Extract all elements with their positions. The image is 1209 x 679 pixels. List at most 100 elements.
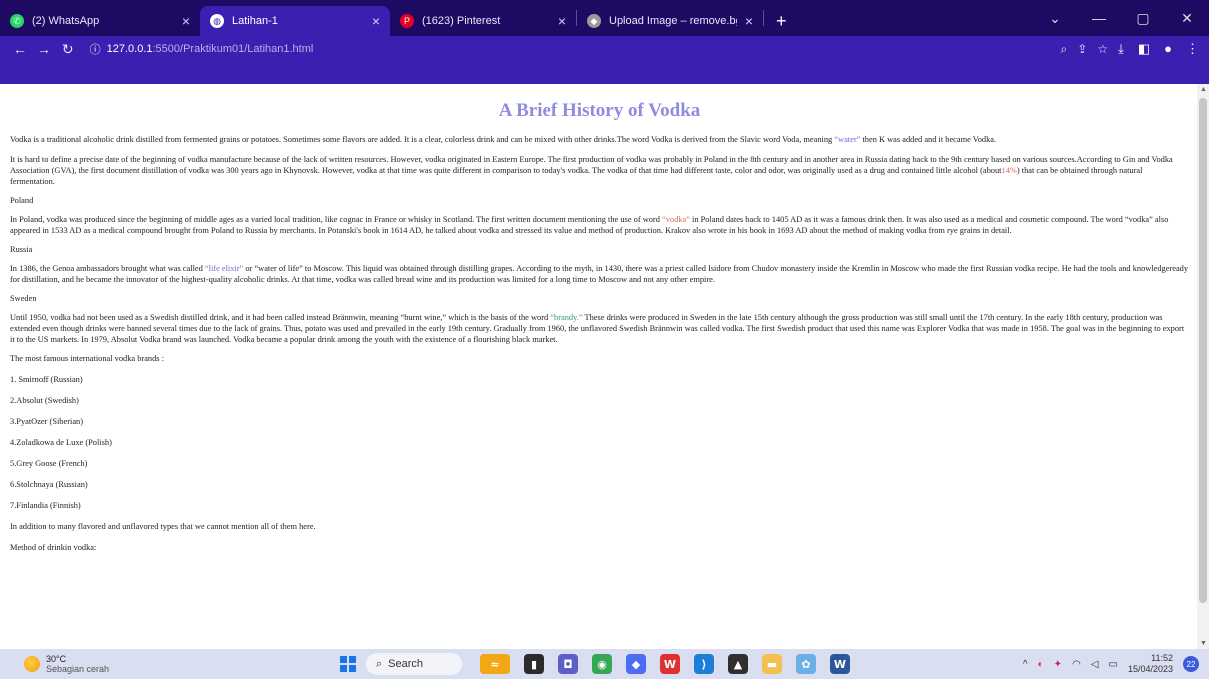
text: then K was added and it became Vodka. bbox=[860, 135, 997, 144]
sidebar-icon[interactable]: ◧ bbox=[1138, 41, 1150, 57]
close-icon[interactable]: × bbox=[182, 13, 190, 29]
notification-badge[interactable]: 22 bbox=[1183, 656, 1199, 672]
brand-item: 3.PyatOzer (Siberian) bbox=[10, 417, 84, 426]
tab-search-icon[interactable]: ⌄ bbox=[1033, 10, 1077, 27]
brand-item: 1. Smirnoff (Russian) bbox=[10, 375, 83, 384]
highlight-water: “water” bbox=[834, 135, 861, 144]
chevron-up-icon[interactable]: ^ bbox=[1023, 659, 1028, 670]
omnibox-icons: ⌕ ⇪ ☆ bbox=[1061, 42, 1119, 57]
share-icon[interactable]: ⇪ bbox=[1077, 42, 1087, 57]
wifi-icon[interactable]: ◠ bbox=[1072, 659, 1081, 670]
intro-paragraph-1: Vodka is a traditional alcoholic drink d… bbox=[10, 134, 1189, 145]
scrollbar-thumb[interactable] bbox=[1199, 98, 1207, 603]
battery-icon[interactable]: ▭ bbox=[1109, 659, 1118, 670]
system-tray: ^ ◐ ✦ ◠ ◁ ▭ 11:52 15/04/2023 22 bbox=[1023, 653, 1209, 675]
bookmark-star-icon[interactable]: ☆ bbox=[1097, 42, 1108, 57]
brand-item: 2.Absolut (Swedish) bbox=[10, 396, 79, 405]
brand-item: 4.Zoladkowa de Luxe (Polish) bbox=[10, 438, 112, 447]
scroll-down-icon[interactable]: ▼ bbox=[1200, 640, 1207, 647]
tab-whatsapp[interactable]: ✆ (2) WhatsApp × bbox=[0, 6, 200, 36]
minimize-icon[interactable]: — bbox=[1077, 10, 1121, 26]
profile-avatar-icon[interactable]: ● bbox=[1164, 41, 1172, 57]
text: Vodka is a traditional alcoholic drink d… bbox=[10, 135, 835, 144]
highlight-life-elixir: “life elixir” bbox=[204, 264, 244, 273]
address-bar[interactable]: ⓘ 127.0.0.1:5500/Praktikum01/Latihan1.ht… bbox=[84, 38, 1118, 60]
app-icon[interactable]: ◆ bbox=[626, 654, 646, 674]
vscode-icon[interactable]: ⟩ bbox=[694, 654, 714, 674]
tab-removebg[interactable]: ◆ Upload Image – remove.bg × bbox=[577, 6, 763, 36]
reload-icon[interactable]: ↻ bbox=[56, 41, 80, 58]
tab-pinterest[interactable]: P (1623) Pinterest × bbox=[390, 6, 576, 36]
text: In Poland, vodka was produced since the … bbox=[10, 215, 663, 224]
zoom-icon[interactable]: ⌕ bbox=[1061, 42, 1068, 57]
wps-icon[interactable]: W bbox=[660, 654, 680, 674]
back-icon[interactable]: ← bbox=[8, 41, 32, 57]
app-icon[interactable]: ✿ bbox=[796, 654, 816, 674]
info-icon[interactable]: ⓘ bbox=[90, 41, 101, 57]
text: It is hard to define a precise date of t… bbox=[10, 155, 1173, 175]
tray-app-icon[interactable]: ◐ bbox=[1038, 659, 1044, 670]
highlight-vodka: “vodka” bbox=[662, 215, 690, 224]
page-content: A Brief History of Vodka Vodka is a trad… bbox=[0, 84, 1197, 649]
close-icon[interactable]: × bbox=[372, 13, 380, 29]
time: 11:52 bbox=[1151, 653, 1173, 663]
menu-icon[interactable]: ⋮ bbox=[1186, 41, 1199, 57]
window-controls: ⌄ — ▢ ✕ bbox=[1033, 0, 1209, 36]
browser-toolbar: ← → ↻ ⓘ 127.0.0.1:5500/Praktikum01/Latih… bbox=[0, 36, 1209, 62]
url-host: 127.0.0.1 bbox=[106, 43, 153, 55]
chrome-icon[interactable]: ◉ bbox=[592, 654, 612, 674]
tab-strip: ✆ (2) WhatsApp × ◍ Latihan-1 × P (1623) … bbox=[0, 0, 1209, 36]
search-label: Search bbox=[388, 658, 424, 670]
app-icon[interactable]: ▲ bbox=[728, 654, 748, 674]
search-icon: ⌕ bbox=[376, 657, 383, 670]
highlight-percent: 14% bbox=[1001, 166, 1017, 175]
poland-paragraph: In Poland, vodka was produced since the … bbox=[10, 214, 1189, 236]
weather-temperature: 30°C bbox=[46, 654, 67, 664]
url-path: :5500/Praktikum01/Latihan1.html bbox=[152, 43, 314, 55]
closing-text: In addition to many flavored and unflavo… bbox=[10, 522, 316, 531]
tab-title: (2) WhatsApp bbox=[32, 15, 100, 27]
restore-icon[interactable]: ▢ bbox=[1121, 10, 1165, 27]
section-heading-sweden: Sweden bbox=[10, 294, 37, 303]
whatsapp-icon: ✆ bbox=[10, 14, 24, 28]
download-icon[interactable]: ⤓ bbox=[1118, 41, 1124, 57]
clock[interactable]: 11:52 15/04/2023 bbox=[1128, 653, 1173, 675]
brand-item: 6.Stolchnaya (Russian) bbox=[10, 480, 88, 489]
widgets-icon[interactable]: ≈ bbox=[480, 654, 510, 674]
chat-icon[interactable]: ◘ bbox=[558, 654, 578, 674]
volume-icon[interactable]: ◁ bbox=[1091, 659, 1099, 670]
weather-sun-icon bbox=[24, 656, 40, 672]
taskbar-search[interactable]: ⌕ Search bbox=[366, 653, 462, 675]
file-explorer-icon[interactable]: ▬ bbox=[762, 654, 782, 674]
pinterest-icon: P bbox=[400, 14, 414, 28]
brand-item: 5.Grey Goose (French) bbox=[10, 459, 88, 468]
brand-item: 7.Finlandia (Finnish) bbox=[10, 501, 81, 510]
word-icon[interactable]: W bbox=[830, 654, 850, 674]
toolbar-actions: ⤓ ◧ ● ⋮ bbox=[1118, 41, 1209, 57]
tab-title: Latihan-1 bbox=[232, 15, 278, 27]
forward-icon[interactable]: → bbox=[32, 41, 56, 57]
close-window-icon[interactable]: ✕ bbox=[1165, 10, 1209, 27]
close-icon[interactable]: × bbox=[745, 13, 753, 29]
sweden-paragraph: Until 1950, vodka had not been used as a… bbox=[10, 312, 1189, 345]
toolbar-spacer bbox=[0, 62, 1209, 84]
intro-paragraph-2: It is hard to define a precise date of t… bbox=[10, 154, 1189, 187]
task-view-icon[interactable]: ▮ bbox=[524, 654, 544, 674]
weather-widget[interactable]: 30°C Sebagian cerah bbox=[0, 654, 340, 674]
scroll-up-icon[interactable]: ▲ bbox=[1200, 86, 1207, 93]
russia-paragraph: In 1386, the Genoa ambassadors brought w… bbox=[10, 263, 1189, 285]
text: In 1386, the Genoa ambassadors brought w… bbox=[10, 264, 205, 273]
brands-heading: The most famous international vodka bran… bbox=[10, 354, 164, 363]
pinned-apps: ≈ ▮ ◘ ◉ ◆ W ⟩ ▲ ▬ ✿ W bbox=[480, 654, 850, 674]
globe-icon: ◍ bbox=[210, 14, 224, 28]
highlight-brandy: “brandy.” bbox=[550, 313, 583, 322]
page-title: A Brief History of Vodka bbox=[498, 100, 701, 121]
page-scrollbar[interactable]: ▲ ▼ bbox=[1197, 84, 1209, 649]
tab-title: (1623) Pinterest bbox=[422, 15, 501, 27]
tray-app-icon[interactable]: ✦ bbox=[1054, 659, 1062, 670]
close-icon[interactable]: × bbox=[558, 13, 566, 29]
new-tab-button[interactable]: + bbox=[764, 6, 799, 36]
windows-start-icon[interactable] bbox=[340, 656, 356, 672]
tab-latihan[interactable]: ◍ Latihan-1 × bbox=[200, 6, 390, 36]
text: Until 1950, vodka had not been used as a… bbox=[10, 313, 551, 322]
